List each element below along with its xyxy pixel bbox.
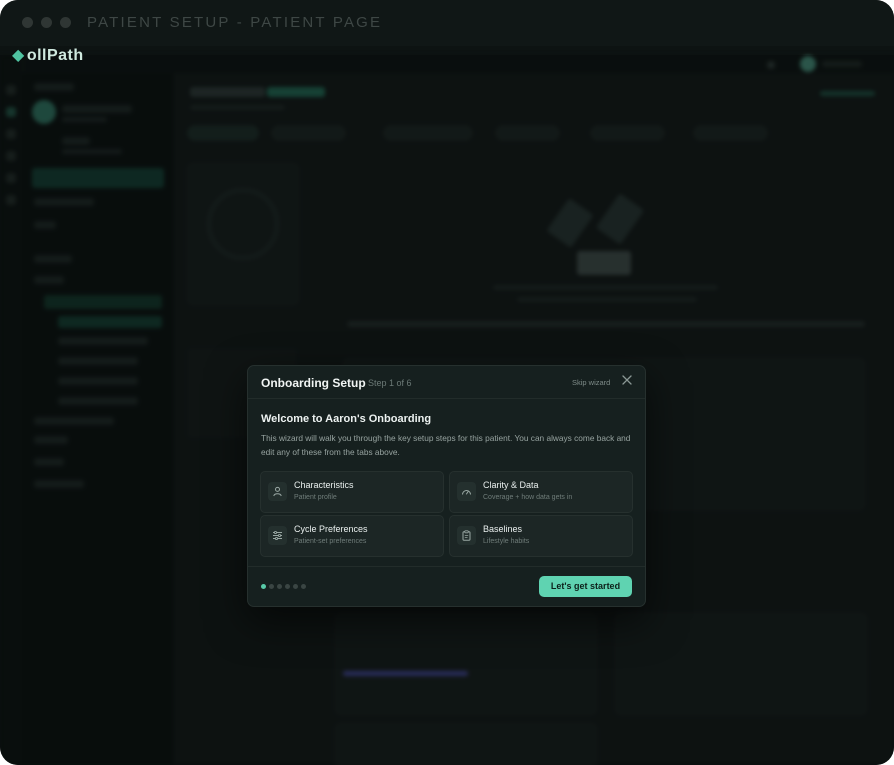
page-dot [301,584,306,589]
card-title: Characteristics [294,480,354,490]
window-title: PATIENT SETUP - PATIENT PAGE [87,14,383,31]
title-bar: PATIENT SETUP - PATIENT PAGE [0,0,894,46]
window-minimize-dot[interactable] [41,17,52,28]
logo-mark-icon: ◆ [12,47,25,64]
page-dot-active [261,584,266,589]
modal-footer-divider [248,566,645,567]
welcome-heading: Welcome to Aaron's Onboarding [261,413,432,425]
sliders-icon [268,526,287,545]
card-subtitle: Lifestyle habits [483,538,530,545]
card-title: Cycle Preferences [294,524,368,534]
step-card-cycle-preferences[interactable]: Cycle Preferences Patient-set preference… [260,515,444,557]
get-started-button[interactable]: Let's get started [539,576,632,597]
card-subtitle: Patient-set preferences [294,538,367,545]
app-logo: ◆ ollPath [12,45,84,65]
onboarding-modal: Onboarding Setup Step 1 of 6 Skip wizard… [247,365,646,607]
clipboard-icon [457,526,476,545]
logo-text: ollPath [26,47,84,64]
page-dot [277,584,282,589]
welcome-description: This wizard will walk you through the ke… [261,433,631,457]
app-window: PATIENT SETUP - PATIENT PAGE ◆ ollPath O… [0,0,894,765]
page-dot [269,584,274,589]
window-close-dot[interactable] [22,17,33,28]
skip-wizard-link[interactable]: Skip wizard [572,378,610,387]
modal-title: Onboarding Setup [261,376,366,390]
card-title: Clarity & Data [483,480,539,490]
step-card-clarity-data[interactable]: Clarity & Data Coverage + how data gets … [449,471,633,513]
card-title: Baselines [483,524,523,534]
step-card-baselines[interactable]: Baselines Lifestyle habits [449,515,633,557]
card-subtitle: Patient profile [294,494,337,501]
card-subtitle: Coverage + how data gets in [483,494,573,501]
modal-divider [248,398,645,399]
gauge-icon [457,482,476,501]
page-dot [285,584,290,589]
window-zoom-dot[interactable] [60,17,71,28]
person-icon [268,482,287,501]
page-dot [293,584,298,589]
step-indicator: Step 1 of 6 [368,378,412,388]
step-card-characteristics[interactable]: Characteristics Patient profile [260,471,444,513]
close-icon[interactable] [621,374,633,386]
